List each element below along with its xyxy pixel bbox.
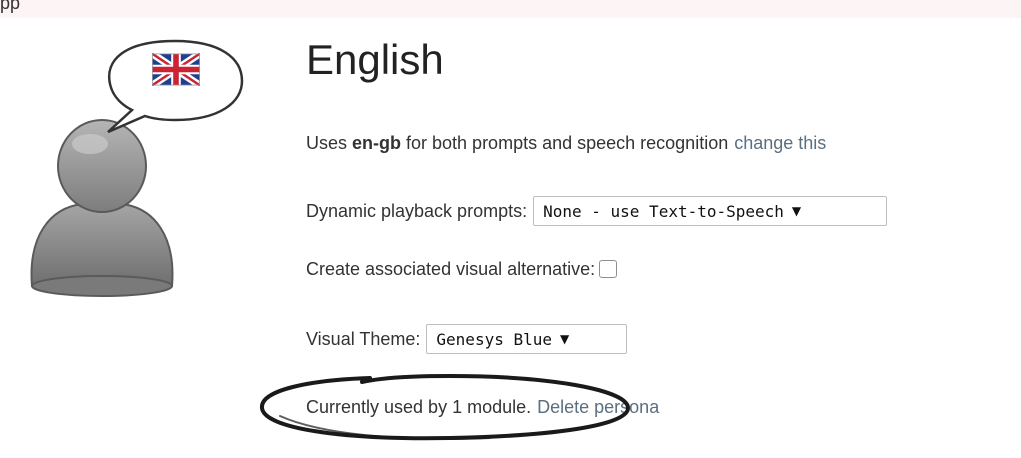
- language-info: Uses en-gb for both prompts and speech r…: [306, 129, 826, 157]
- delete-persona-link[interactable]: Delete persona: [537, 397, 659, 418]
- language-code: en-gb: [352, 132, 402, 153]
- uk-flag-icon: [152, 53, 200, 86]
- theme-row: Visual Theme: Genesys Blue ▼: [306, 322, 628, 356]
- language-prefix: Uses: [306, 132, 348, 153]
- playback-row: Dynamic playback prompts: None - use Tex…: [306, 194, 888, 228]
- theme-label: Visual Theme:: [306, 328, 421, 349]
- change-language-link[interactable]: change this: [734, 133, 826, 154]
- playback-selected-value: None - use Text-to-Speech: [543, 201, 784, 221]
- theme-selected-value: Genesys Blue: [436, 329, 552, 349]
- language-suffix: for both prompts and speech recognition: [406, 132, 729, 153]
- theme-select[interactable]: Genesys Blue ▼: [426, 324, 628, 354]
- top-strip: pp: [0, 0, 1021, 18]
- usage-row: Currently used by 1 module. Delete perso…: [306, 393, 659, 421]
- playback-select[interactable]: None - use Text-to-Speech ▼: [533, 196, 888, 226]
- playback-label: Dynamic playback prompts:: [306, 200, 528, 221]
- visual-alternative-label: Create associated visual alternative:: [306, 258, 596, 279]
- speech-bubble-icon: [107, 39, 244, 134]
- persona-avatar: [20, 36, 250, 326]
- dropdown-caret-icon: ▼: [791, 204, 802, 218]
- usage-text: Currently used by 1 module.: [306, 396, 532, 417]
- persona-title: English: [306, 36, 444, 83]
- visual-alternative-row: Create associated visual alternative:: [306, 254, 618, 284]
- cropped-text: pp: [0, 0, 21, 13]
- visual-alternative-checkbox[interactable]: [599, 260, 618, 278]
- dropdown-caret-icon: ▼: [560, 332, 570, 346]
